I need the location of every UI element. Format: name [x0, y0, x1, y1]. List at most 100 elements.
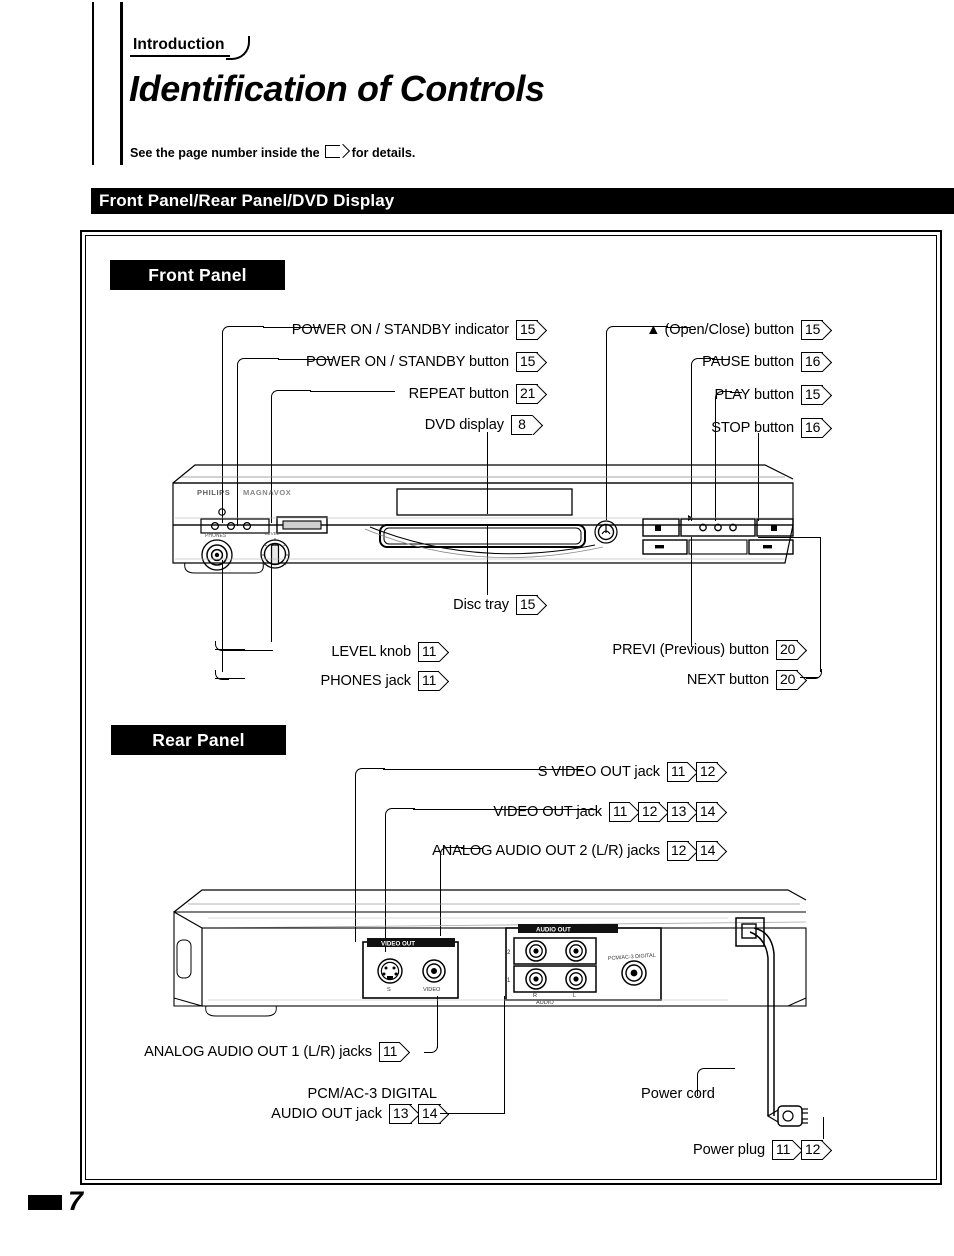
callout-label: PAUSE button: [702, 354, 794, 370]
svg-text:VIDEO: VIDEO: [423, 987, 441, 993]
page-tag-arrow: [716, 841, 727, 861]
leader-line: [820, 537, 822, 672]
page-tag: 11: [418, 642, 440, 662]
svg-text:MAGNAVOX: MAGNAVOX: [243, 488, 291, 497]
page-tag-arrow: [438, 671, 449, 691]
leader-corner: [715, 391, 732, 403]
page-tag: 12: [667, 841, 690, 861]
svg-text:S: S: [387, 987, 391, 993]
leader-corner: [215, 641, 273, 651]
rear-panel-illustration: VIDEO OUT S VIDEO AUDIO OUT 2 1 R L AUDI…: [168, 878, 815, 1128]
leader-line: [461, 848, 483, 850]
footer-marker: [28, 1195, 62, 1210]
callout-power-indicator: POWER ON / STANDBY indicator 15: [240, 320, 539, 340]
introduction-tab: Introduction: [130, 36, 250, 60]
page-tag: 11: [418, 671, 440, 691]
leader-line: [310, 391, 395, 393]
callout-level-knob: LEVEL knob 11: [245, 642, 440, 662]
callout-label: DVD display: [424, 417, 504, 433]
leader-line: [413, 809, 596, 811]
svg-text:L: L: [573, 993, 576, 999]
callout-label: PREVI (Previous) button: [612, 642, 769, 658]
page-tag-arrow: [536, 352, 547, 372]
page-tag-arrow: [821, 1140, 832, 1160]
rear-panel-svg: VIDEO OUT S VIDEO AUDIO OUT 2 1 R L AUDI…: [173, 889, 815, 1127]
page-number: 7: [68, 1186, 84, 1216]
page-tag: 11: [609, 802, 631, 822]
introduction-tab-label: Introduction: [133, 36, 225, 53]
page-tag: 8: [511, 415, 532, 435]
callout-pause-button: PAUSE button 16: [640, 352, 824, 372]
svg-text:1: 1: [507, 978, 511, 984]
svg-text:PHONES: PHONES: [205, 533, 227, 539]
left-rule-inner: [120, 2, 123, 165]
leader-line: [383, 769, 583, 771]
callout-phones-jack: PHONES jack 11: [245, 671, 440, 691]
page-tag: 14: [696, 802, 719, 822]
page-tag-arrow: [716, 762, 727, 782]
leader-corner: [215, 670, 229, 680]
leader-corner: [385, 808, 415, 820]
page-tag-arrow: [536, 595, 547, 615]
leader-line: [666, 327, 691, 329]
callout-label: PHONES jack: [320, 673, 411, 689]
page-tag-arrow: [821, 418, 832, 438]
page-tag-number: 11: [772, 1140, 794, 1160]
svg-text:LEVEL: LEVEL: [265, 531, 280, 536]
page-tag: 16: [801, 418, 824, 438]
leader-corner: [355, 768, 385, 780]
page-tag: 21: [516, 384, 539, 404]
callout-label: VIDEO OUT jack: [493, 804, 602, 820]
page-tag-arrow: [536, 320, 547, 340]
leader-corner: [271, 390, 311, 402]
callout-video-out-jack: VIDEO OUT jack 11 12 13 14: [430, 802, 719, 822]
page-tag: 11: [772, 1140, 794, 1160]
leader-line: [823, 1117, 825, 1139]
introduction-tab-curve: [226, 36, 250, 60]
callout-disc-tray: Disc tray 15: [330, 595, 539, 615]
callout-label: REPEAT button: [408, 386, 509, 402]
page-tag: 20: [776, 670, 799, 690]
page-tag: 15: [516, 595, 539, 615]
leader-line: [712, 359, 730, 361]
leader-line: [263, 327, 321, 329]
page-tag-arrow: [821, 320, 832, 340]
page-tag: 12: [638, 802, 661, 822]
page-tag-arrow: [536, 384, 547, 404]
page-tag: 15: [516, 352, 539, 372]
callout-power-button: POWER ON / STANDBY button 15: [240, 352, 539, 372]
page-tag-number: 8: [511, 415, 532, 435]
svg-text:AUDIO OUT: AUDIO OUT: [536, 927, 571, 934]
page-number-note-suffix: for details.: [351, 145, 416, 160]
page-tag: 20: [776, 640, 799, 660]
svg-text:PHILIPS: PHILIPS: [197, 488, 230, 497]
callout-label: ANALOG AUDIO OUT 2 (L/R) jacks: [432, 843, 660, 859]
page-tag-arrow: [716, 802, 727, 822]
page-tag: 13: [667, 802, 690, 822]
page-tag: 15: [516, 320, 539, 340]
page-title: Identification of Controls: [129, 68, 545, 109]
page-tag-number: 11: [609, 802, 631, 822]
front-panel-svg: PHILIPS MAGNAVOX PHONES LEVEL: [172, 464, 794, 574]
callout-label: ▲ (Open/Close) button: [646, 322, 794, 338]
svg-text:R: R: [533, 993, 537, 999]
section-header-label: Front Panel/Rear Panel/DVD Display: [99, 191, 395, 210]
page-number-note-prefix: See the page number inside the: [130, 145, 320, 160]
page-tag-number: 11: [418, 671, 440, 691]
section-header-bar: Front Panel/Rear Panel/DVD Display: [91, 188, 954, 214]
page-tag-arrow: [796, 640, 807, 660]
callout-next-button: NEXT button 20: [580, 670, 799, 690]
page-tag-arrow: [532, 415, 543, 435]
page-tag: 12: [801, 1140, 824, 1160]
svg-text:2: 2: [507, 950, 511, 956]
page-tag: 14: [696, 841, 719, 861]
page-number-note: See the page number inside the for detai…: [130, 145, 415, 160]
callout-label: STOP button: [711, 420, 794, 436]
page-tag-arrow: [821, 385, 832, 405]
callout-label: Disc tray: [453, 597, 509, 613]
leader-corner: [237, 358, 279, 370]
introduction-tab-underline: [130, 55, 230, 58]
page-tag: 15: [801, 385, 824, 405]
page-tag: 12: [696, 762, 719, 782]
left-rule-outer: [92, 2, 94, 165]
